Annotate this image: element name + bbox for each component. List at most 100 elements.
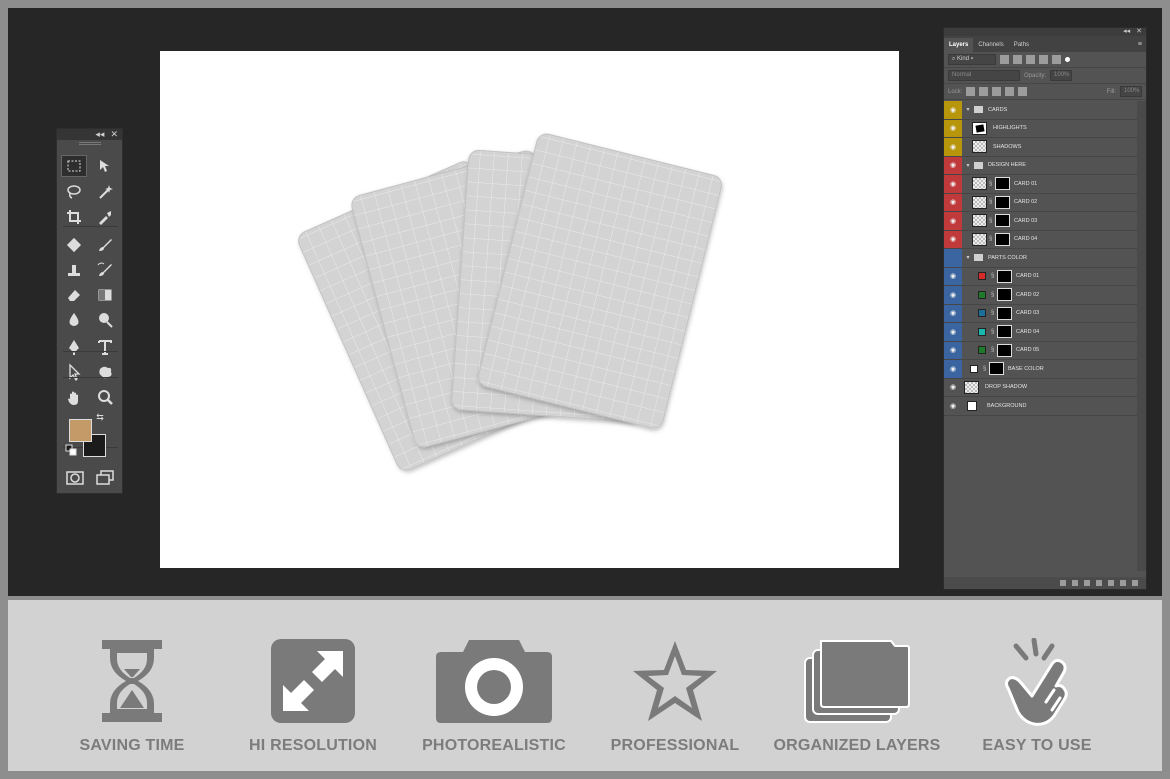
foreground-color-swatch[interactable]	[69, 419, 92, 442]
filter-kind-select[interactable]: ⌕ Kind ▾	[948, 54, 996, 65]
fill-field[interactable]: 100%	[1120, 86, 1142, 97]
tools-panel-grip[interactable]	[57, 140, 122, 146]
layer-row[interactable]: ◉ § CARD 03	[944, 212, 1138, 231]
layer-row[interactable]: ◉ § CARD 03	[944, 304, 1138, 323]
zoom-icon[interactable]	[92, 387, 118, 409]
shape-icon[interactable]	[92, 361, 118, 383]
visibility-eye-icon[interactable]: ◉	[944, 230, 962, 248]
history-brush-icon[interactable]	[92, 259, 118, 281]
filter-smart-icon[interactable]	[1052, 55, 1061, 64]
visibility-eye-icon[interactable]: ◉	[944, 138, 962, 156]
visibility-eye-icon[interactable]: ◉	[944, 175, 962, 193]
lasso-icon[interactable]	[61, 181, 87, 203]
layer-row[interactable]: ◉ SHADOWS	[944, 138, 1138, 157]
link-layers-icon[interactable]	[1060, 580, 1066, 586]
blend-mode-select[interactable]: Normal	[948, 70, 1020, 81]
close-icon[interactable]: ✕	[110, 129, 118, 140]
eraser-icon[interactable]	[61, 284, 87, 306]
layer-row[interactable]: ◉ HIGHLIGHTS	[944, 119, 1138, 138]
layer-row[interactable]: ◉ § CARD 05	[944, 341, 1138, 360]
layer-name: CARD 02	[1016, 291, 1040, 298]
tab-paths[interactable]: Paths	[1009, 38, 1034, 52]
lock-all-icon[interactable]	[1018, 87, 1028, 96]
brush-icon[interactable]	[92, 234, 118, 256]
visibility-eye-icon[interactable]	[944, 249, 962, 267]
lock-transparent-icon[interactable]	[966, 87, 976, 96]
visibility-eye-icon[interactable]: ◉	[944, 156, 962, 174]
panel-tabs: Layers Channels Paths ≡	[944, 36, 1146, 52]
layer-row[interactable]: ◉ ▾ CARDS	[944, 101, 1138, 120]
expand-arrow-icon[interactable]: ▾	[964, 162, 972, 169]
document-canvas[interactable]	[160, 51, 899, 568]
move-icon[interactable]	[92, 155, 118, 177]
layer-row[interactable]: ◉ § BASE COLOR	[944, 360, 1138, 379]
layer-row[interactable]: ▾ PARTS COLOR	[944, 249, 1138, 268]
lock-position-icon[interactable]	[992, 87, 1002, 96]
crop-icon[interactable]	[61, 206, 87, 228]
visibility-eye-icon[interactable]: ◉	[944, 323, 962, 341]
layer-name: CARDS	[988, 106, 1008, 113]
visibility-eye-icon[interactable]: ◉	[944, 193, 962, 211]
swap-colors-icon[interactable]: ⇆	[93, 411, 107, 423]
visibility-eye-icon[interactable]: ◉	[944, 101, 962, 119]
visibility-eye-icon[interactable]: ◉	[944, 286, 962, 304]
visibility-eye-icon[interactable]: ◉	[944, 341, 962, 359]
expand-arrow-icon[interactable]: ▾	[964, 106, 972, 113]
visibility-eye-icon[interactable]: ◉	[944, 267, 962, 285]
hand-icon[interactable]	[61, 387, 87, 409]
panel-menu-icon[interactable]: ≡	[1134, 37, 1146, 52]
lock-artboard-icon[interactable]	[1005, 87, 1015, 96]
trash-icon[interactable]	[1132, 580, 1138, 586]
quick-mask-icon[interactable]	[62, 467, 88, 489]
eyedropper-icon[interactable]	[92, 206, 118, 228]
visibility-eye-icon[interactable]: ◉	[944, 379, 962, 397]
layer-row[interactable]: ◉ § CARD 01	[944, 175, 1138, 194]
layer-row[interactable]: ◉ ▾ DESIGN HERE	[944, 156, 1138, 175]
layer-row[interactable]: ◉ § CARD 01	[944, 267, 1138, 286]
gradient-icon[interactable]	[92, 284, 118, 306]
screen-mode-icon[interactable]	[92, 467, 118, 489]
stamp-icon[interactable]	[61, 259, 87, 281]
close-icon[interactable]: ✕	[1136, 28, 1142, 36]
filter-shape-icon[interactable]	[1039, 55, 1048, 64]
blur-icon[interactable]	[61, 309, 87, 331]
layer-row[interactable]: ◉ § CARD 02	[944, 286, 1138, 305]
new-group-icon[interactable]	[1108, 580, 1114, 586]
layer-row[interactable]: ◉ § CARD 04	[944, 323, 1138, 342]
filter-pixel-icon[interactable]	[1000, 55, 1009, 64]
collapse-icon[interactable]: ◂◂	[95, 129, 104, 140]
visibility-eye-icon[interactable]: ◉	[944, 360, 962, 378]
tab-channels[interactable]: Channels	[973, 38, 1008, 52]
add-mask-icon[interactable]	[1084, 580, 1090, 586]
adjustment-layer-icon[interactable]	[1096, 580, 1102, 586]
new-layer-icon[interactable]	[1120, 580, 1126, 586]
visibility-eye-icon[interactable]: ◉	[944, 119, 962, 137]
opacity-field[interactable]: 100%	[1050, 70, 1073, 81]
path-select-icon[interactable]	[61, 361, 87, 383]
filter-toggle-icon[interactable]	[1065, 57, 1070, 62]
collapse-icon[interactable]: ◂◂	[1123, 28, 1130, 36]
layer-row[interactable]: ◉ BACKGROUND	[944, 397, 1138, 416]
tab-layers[interactable]: Layers	[944, 38, 974, 52]
layer-row[interactable]: ◉ § CARD 04	[944, 230, 1138, 249]
camera-icon	[436, 640, 552, 723]
lock-image-icon[interactable]	[979, 87, 989, 96]
healing-icon[interactable]	[61, 234, 87, 256]
default-colors-icon[interactable]	[65, 444, 77, 456]
magic-wand-icon[interactable]	[92, 181, 118, 203]
layers-scrollbar[interactable]	[1137, 101, 1146, 571]
filter-type-icon[interactable]	[1026, 55, 1035, 64]
type-icon[interactable]	[92, 336, 118, 358]
layer-filter-row: ⌕ Kind ▾	[944, 52, 1146, 68]
visibility-eye-icon[interactable]: ◉	[944, 212, 962, 230]
marquee-icon[interactable]	[61, 155, 87, 177]
filter-adjustment-icon[interactable]	[1013, 55, 1022, 64]
layer-style-icon[interactable]	[1072, 580, 1078, 586]
layer-row[interactable]: ◉ DROP SHADOW	[944, 379, 1138, 397]
dodge-icon[interactable]	[92, 309, 118, 331]
expand-arrow-icon[interactable]: ▾	[964, 254, 972, 261]
layer-row[interactable]: ◉ § CARD 02	[944, 193, 1138, 212]
pen-icon[interactable]	[61, 336, 87, 358]
visibility-eye-icon[interactable]: ◉	[944, 304, 962, 322]
visibility-eye-icon[interactable]: ◉	[944, 397, 962, 415]
